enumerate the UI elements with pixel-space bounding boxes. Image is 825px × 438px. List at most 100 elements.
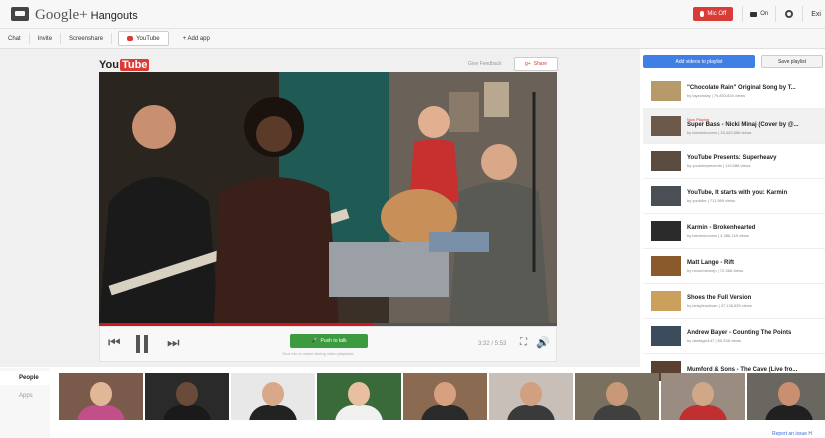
youtube-icon	[127, 36, 134, 41]
playlist-item-meta: by lankyleoulivan | 47,136,835 views	[687, 302, 752, 308]
playlist-item[interactable]: Shoes the Full Version by lankyleoulivan …	[643, 284, 825, 319]
playlist-item[interactable]: Karmin - Brokenhearted by karminicovers |…	[643, 214, 825, 249]
camera-icon	[750, 11, 758, 17]
video-thumbnail	[651, 116, 681, 136]
left-nav: People Apps	[0, 368, 50, 438]
video-thumbnail	[651, 291, 681, 311]
playlist-item-meta: by karminicovers | 4,386,118 views	[687, 232, 749, 238]
video-thumbnail	[651, 326, 681, 346]
playlist-item-text: YouTube, It starts with you: Karmin by yo…	[687, 190, 787, 203]
fullscreen-icon[interactable]: ⛶	[520, 337, 527, 348]
help-link[interactable]: H	[808, 431, 812, 437]
participant-body	[421, 405, 469, 420]
pause-icon[interactable]	[135, 335, 150, 353]
push-to-talk-button[interactable]: 🎤 Push to talk	[290, 334, 368, 348]
playlist-item-text: YouTube Presents: Superheavy by youtubepr…	[687, 155, 776, 168]
playlist-item-meta: by dantagio147 | 60,338 views	[687, 337, 741, 343]
report-issue-link[interactable]: Report an issue	[772, 431, 807, 437]
participant-face	[606, 382, 628, 406]
playlist-item-meta: by karminicovers | 15,420,656 views	[687, 130, 752, 135]
playlist-item[interactable]: YouTube Presents: Superheavy by youtubepr…	[643, 144, 825, 179]
nav-apps[interactable]: Apps	[0, 389, 50, 403]
divider	[775, 6, 777, 22]
participant-body	[77, 405, 125, 420]
playlist-item-title: YouTube Presents: Superheavy	[687, 154, 777, 161]
participant-video[interactable]	[145, 373, 229, 420]
youtube-logo: You Tube	[99, 59, 150, 71]
playlist-item-title: YouTube, It starts with you: Karmin	[687, 189, 788, 196]
playlist-actions: Add videos to playlist Save playlist	[643, 55, 823, 68]
video-thumbnail	[651, 151, 681, 171]
participant-video[interactable]	[403, 373, 487, 420]
tab-screenshare[interactable]: Screenshare	[61, 33, 113, 44]
video-thumbnail	[651, 256, 681, 276]
participant-video[interactable]	[317, 373, 401, 420]
participant-video[interactable]	[575, 373, 659, 420]
video-thumbnail	[651, 221, 681, 241]
tab-invite[interactable]: Invite	[30, 33, 62, 44]
add-videos-button[interactable]: Add videos to playlist	[643, 55, 755, 68]
add-app-button[interactable]: + Add app	[175, 33, 218, 44]
participant-face	[90, 382, 112, 406]
playlist-item-text: Shoes the Full Version by lankyleoulivan …	[687, 295, 752, 308]
nav-people[interactable]: People	[0, 371, 50, 385]
mic-toggle-button[interactable]: Mic Off	[693, 7, 734, 21]
player-controls: ⏮ ⏭ 🎤 Push to talk Your mic is muted duri…	[99, 326, 557, 362]
playlist-item-meta: by tayzonday | 79,803,834 views	[687, 92, 745, 98]
participant-strip	[59, 373, 825, 420]
participant-body	[507, 405, 555, 420]
participant-face	[778, 382, 800, 406]
video-frame-image	[99, 72, 557, 323]
participant-body	[593, 405, 641, 420]
playlist-item-text: "Chocolate Rain" Original Song by T... by…	[687, 85, 796, 98]
playlist-item[interactable]: "Chocolate Rain" Original Song by T... by…	[643, 74, 825, 109]
participant-face	[520, 382, 542, 406]
mute-note: Your mic is muted during video playback	[282, 351, 354, 356]
playlist-item-title: Shoes the Full Version	[687, 294, 752, 301]
gear-icon[interactable]	[785, 10, 794, 18]
participant-video[interactable]	[231, 373, 315, 420]
participant-face	[262, 382, 284, 406]
top-bar: Google+ Hangouts Mic Off On Exi	[0, 0, 825, 29]
participant-video[interactable]	[59, 373, 143, 420]
playlist-item-meta: by youtube | 711,989 views	[687, 197, 736, 203]
playlist-item-text: Matt Lange - Rift by mrcuriosheep | 72,36…	[687, 260, 743, 273]
next-icon[interactable]: ⏭	[167, 334, 180, 351]
tab-chat[interactable]: Chat	[0, 33, 30, 44]
google-plus-icon: g+	[524, 61, 531, 67]
playlist-item-title: Super Bass - Nicki Minaj (Cover by @...	[687, 122, 799, 128]
playlist-item-text: Now Playing Super Bass - Nicki Minaj (Cov…	[687, 117, 799, 135]
video-player-frame[interactable]	[99, 72, 557, 323]
share-button[interactable]: g+ Share	[514, 57, 558, 71]
participant-body	[765, 405, 813, 420]
playlist-item[interactable]: Now Playing Super Bass - Nicki Minaj (Cov…	[643, 109, 825, 144]
camera-toggle-button[interactable]: On	[743, 11, 775, 17]
video-thumbnail	[651, 186, 681, 206]
call-controls: Mic Off On Exi	[693, 4, 825, 24]
tab-youtube[interactable]: YouTube	[118, 31, 169, 46]
exit-button[interactable]: Exi	[803, 11, 825, 18]
participant-body	[679, 405, 727, 420]
playlist-item-title: Andrew Bayer - Counting The Points	[687, 329, 792, 336]
participant-video[interactable]	[661, 373, 745, 420]
participant-video[interactable]	[489, 373, 573, 420]
participant-video[interactable]	[747, 373, 825, 420]
video-thumbnail	[651, 81, 681, 101]
participant-body	[335, 405, 383, 420]
playlist-item[interactable]: YouTube, It starts with you: Karmin by yo…	[643, 179, 825, 214]
footer-links: Report an issue H	[772, 431, 812, 437]
save-playlist-button[interactable]: Save playlist	[761, 55, 823, 68]
volume-icon[interactable]: 🔊	[536, 336, 550, 349]
participant-body	[249, 405, 297, 420]
playlist-item-meta: by mrcuriosheep | 72,366 views	[687, 267, 744, 273]
playlist-item[interactable]: Matt Lange - Rift by mrcuriosheep | 72,36…	[643, 249, 825, 284]
microphone-icon: 🎤	[311, 338, 318, 344]
participant-face	[692, 382, 714, 406]
playlist-item-text: Andrew Bayer - Counting The Points by dan…	[687, 330, 791, 343]
previous-icon[interactable]: ⏮	[108, 334, 121, 351]
playlist-item[interactable]: Andrew Bayer - Counting The Points by dan…	[643, 319, 825, 354]
microphone-icon	[700, 11, 705, 17]
playlist-item-title: Karmin - Brokenhearted	[687, 224, 756, 231]
playlist-item-text: Karmin - Brokenhearted by karminicovers |…	[687, 225, 755, 238]
give-feedback-link[interactable]: Give Feedback	[468, 61, 502, 67]
